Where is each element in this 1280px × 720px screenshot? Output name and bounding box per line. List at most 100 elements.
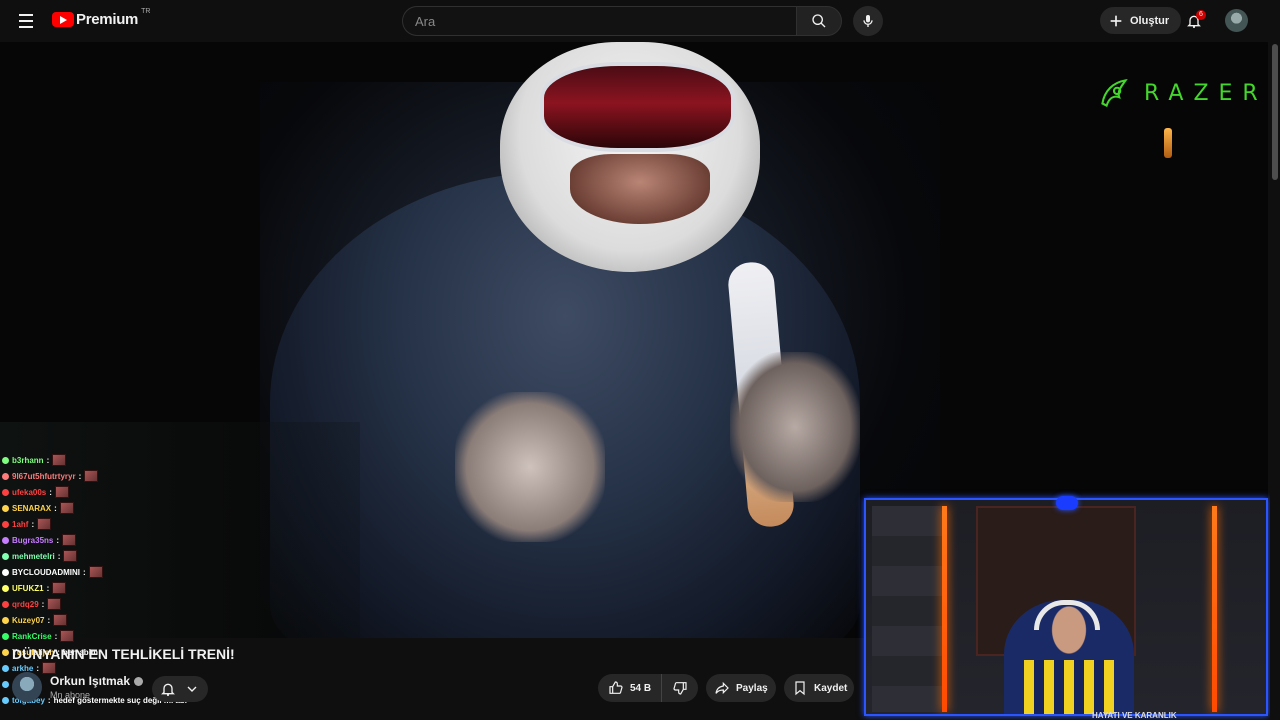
dislike-button[interactable]	[662, 674, 688, 702]
webcam-overlay	[864, 498, 1268, 716]
chat-separator: :	[49, 487, 52, 497]
chat-emote-icon	[52, 454, 67, 466]
video-subject-hand-right	[730, 352, 860, 502]
chat-emote-icon	[52, 582, 67, 594]
chat-username: arkhe	[12, 663, 34, 673]
share-label: Paylaş	[736, 682, 768, 694]
chat-username: Bugra35ns	[12, 535, 54, 545]
save-label: Kaydet	[814, 682, 848, 694]
chat-badge-icon	[2, 632, 9, 640]
chat-emote-icon	[88, 566, 103, 578]
chat-separator: :	[41, 599, 45, 609]
razer-overlay: RAZER	[1094, 72, 1268, 114]
razer-wordmark: RAZER	[1144, 80, 1268, 106]
video-subject-goggles	[540, 62, 735, 152]
chat-badge-icon	[2, 696, 9, 704]
chat-separator: :	[78, 471, 82, 481]
chat-separator: :	[54, 631, 58, 641]
verified-icon	[134, 677, 144, 687]
chat-separator: :	[31, 519, 35, 529]
chat-message: 9l67ut5hfutrtyryr:	[2, 468, 262, 484]
search-button[interactable]	[796, 6, 842, 36]
share-button[interactable]: Paylaş	[706, 674, 776, 702]
chat-message: ufeka00s:	[2, 484, 262, 500]
chat-separator: :	[46, 583, 50, 593]
bookmark-icon	[795, 681, 805, 696]
chat-badge-icon	[2, 456, 9, 464]
webcam-led-strip-left	[942, 506, 947, 712]
webcam-logo-badge	[1056, 496, 1078, 510]
channel-avatar[interactable]	[12, 672, 42, 702]
chat-username: qrdq29	[12, 599, 39, 609]
microphone-icon	[863, 15, 873, 27]
thumbs-down-icon	[673, 682, 687, 695]
chat-message: BYCLOUDADMINI:	[2, 564, 262, 580]
plus-icon	[1110, 15, 1122, 26]
chat-badge-icon	[2, 568, 9, 576]
chat-emote-icon	[37, 518, 52, 530]
chat-badge-icon	[2, 472, 9, 480]
chat-emote-icon	[59, 502, 74, 514]
save-button[interactable]: Kaydet	[784, 674, 854, 702]
account-avatar[interactable]	[1225, 9, 1248, 32]
search-icon	[812, 14, 826, 28]
chat-username: mehmetelri	[12, 551, 55, 561]
voice-search-button[interactable]	[853, 6, 883, 36]
like-dislike-group: 54 B	[598, 674, 698, 702]
chat-badge-icon	[2, 536, 9, 544]
chat-badge-icon	[2, 552, 9, 560]
chat-overlay: b3rhann:9l67ut5hfutrtyryr: ufeka00s: SENAR…	[2, 452, 262, 708]
chat-badge-icon	[2, 504, 9, 512]
webcam-led-strip-right	[1212, 506, 1217, 712]
chat-separator: :	[56, 535, 60, 545]
webcam-acoustic-panel	[872, 506, 942, 712]
top-bar: Premium TR Oluştur 6	[0, 0, 1280, 42]
chat-message: b3rhann:	[2, 452, 262, 468]
chat-message: RankCrise:	[2, 628, 262, 644]
chat-badge-icon	[2, 616, 9, 624]
chat-badge-icon	[2, 600, 9, 608]
share-icon	[715, 681, 729, 695]
video-title: DÜNYANIN EN TEHLİKELİ TRENİ!	[12, 646, 235, 662]
chat-message: Bugra35ns:	[2, 532, 262, 548]
razer-snake-icon	[1101, 78, 1128, 108]
chat-message: qrdq29:	[2, 596, 262, 612]
chat-emote-icon	[63, 550, 78, 562]
like-count: 54 B	[630, 682, 652, 694]
menu-icon[interactable]	[12, 8, 40, 34]
search-input[interactable]	[402, 6, 796, 36]
video-subject-face	[570, 154, 710, 224]
chat-badge-icon	[2, 664, 9, 672]
chat-emote-icon	[84, 470, 99, 482]
chat-badge-icon	[2, 584, 9, 592]
logo-region: TR	[141, 8, 151, 15]
subscription-bell-button[interactable]	[152, 676, 208, 702]
chevron-down-icon	[187, 686, 197, 692]
search-box	[402, 6, 842, 36]
page-scrollbar[interactable]	[1270, 42, 1280, 720]
chat-emote-icon	[53, 614, 68, 626]
chat-username: UFUKZ1	[12, 583, 44, 593]
chat-message: 1ahf:	[2, 516, 262, 532]
subscriber-count: Mn abone	[50, 690, 91, 700]
chat-separator: :	[57, 551, 61, 561]
chat-username: 1ahf	[12, 519, 29, 529]
chat-separator: :	[83, 567, 86, 577]
channel-name[interactable]: Orkun Işıtmak	[50, 674, 144, 688]
create-button[interactable]: Oluştur	[1100, 7, 1182, 34]
chat-emote-icon	[47, 598, 62, 610]
chat-message: UFUKZ1:	[2, 580, 262, 596]
thumbs-up-icon	[609, 681, 623, 694]
notification-badge: 6	[1196, 10, 1206, 20]
chat-message: tolgabey:hedef göstermekte suç değil mi …	[2, 692, 262, 708]
chat-message: Kuzey07:	[2, 612, 262, 628]
chat-message: mehmetelri:	[2, 548, 262, 564]
video-subject-hand-left	[455, 392, 605, 542]
scrollbar-thumb[interactable]	[1272, 44, 1278, 180]
chat-username: b3rhann	[12, 455, 44, 465]
chat-emote-icon	[62, 534, 77, 546]
chat-badge-icon	[2, 648, 9, 656]
chat-username: Kuzey07	[12, 615, 45, 625]
youtube-premium-logo[interactable]: Premium TR	[52, 8, 151, 28]
like-button[interactable]: 54 B	[598, 674, 663, 702]
